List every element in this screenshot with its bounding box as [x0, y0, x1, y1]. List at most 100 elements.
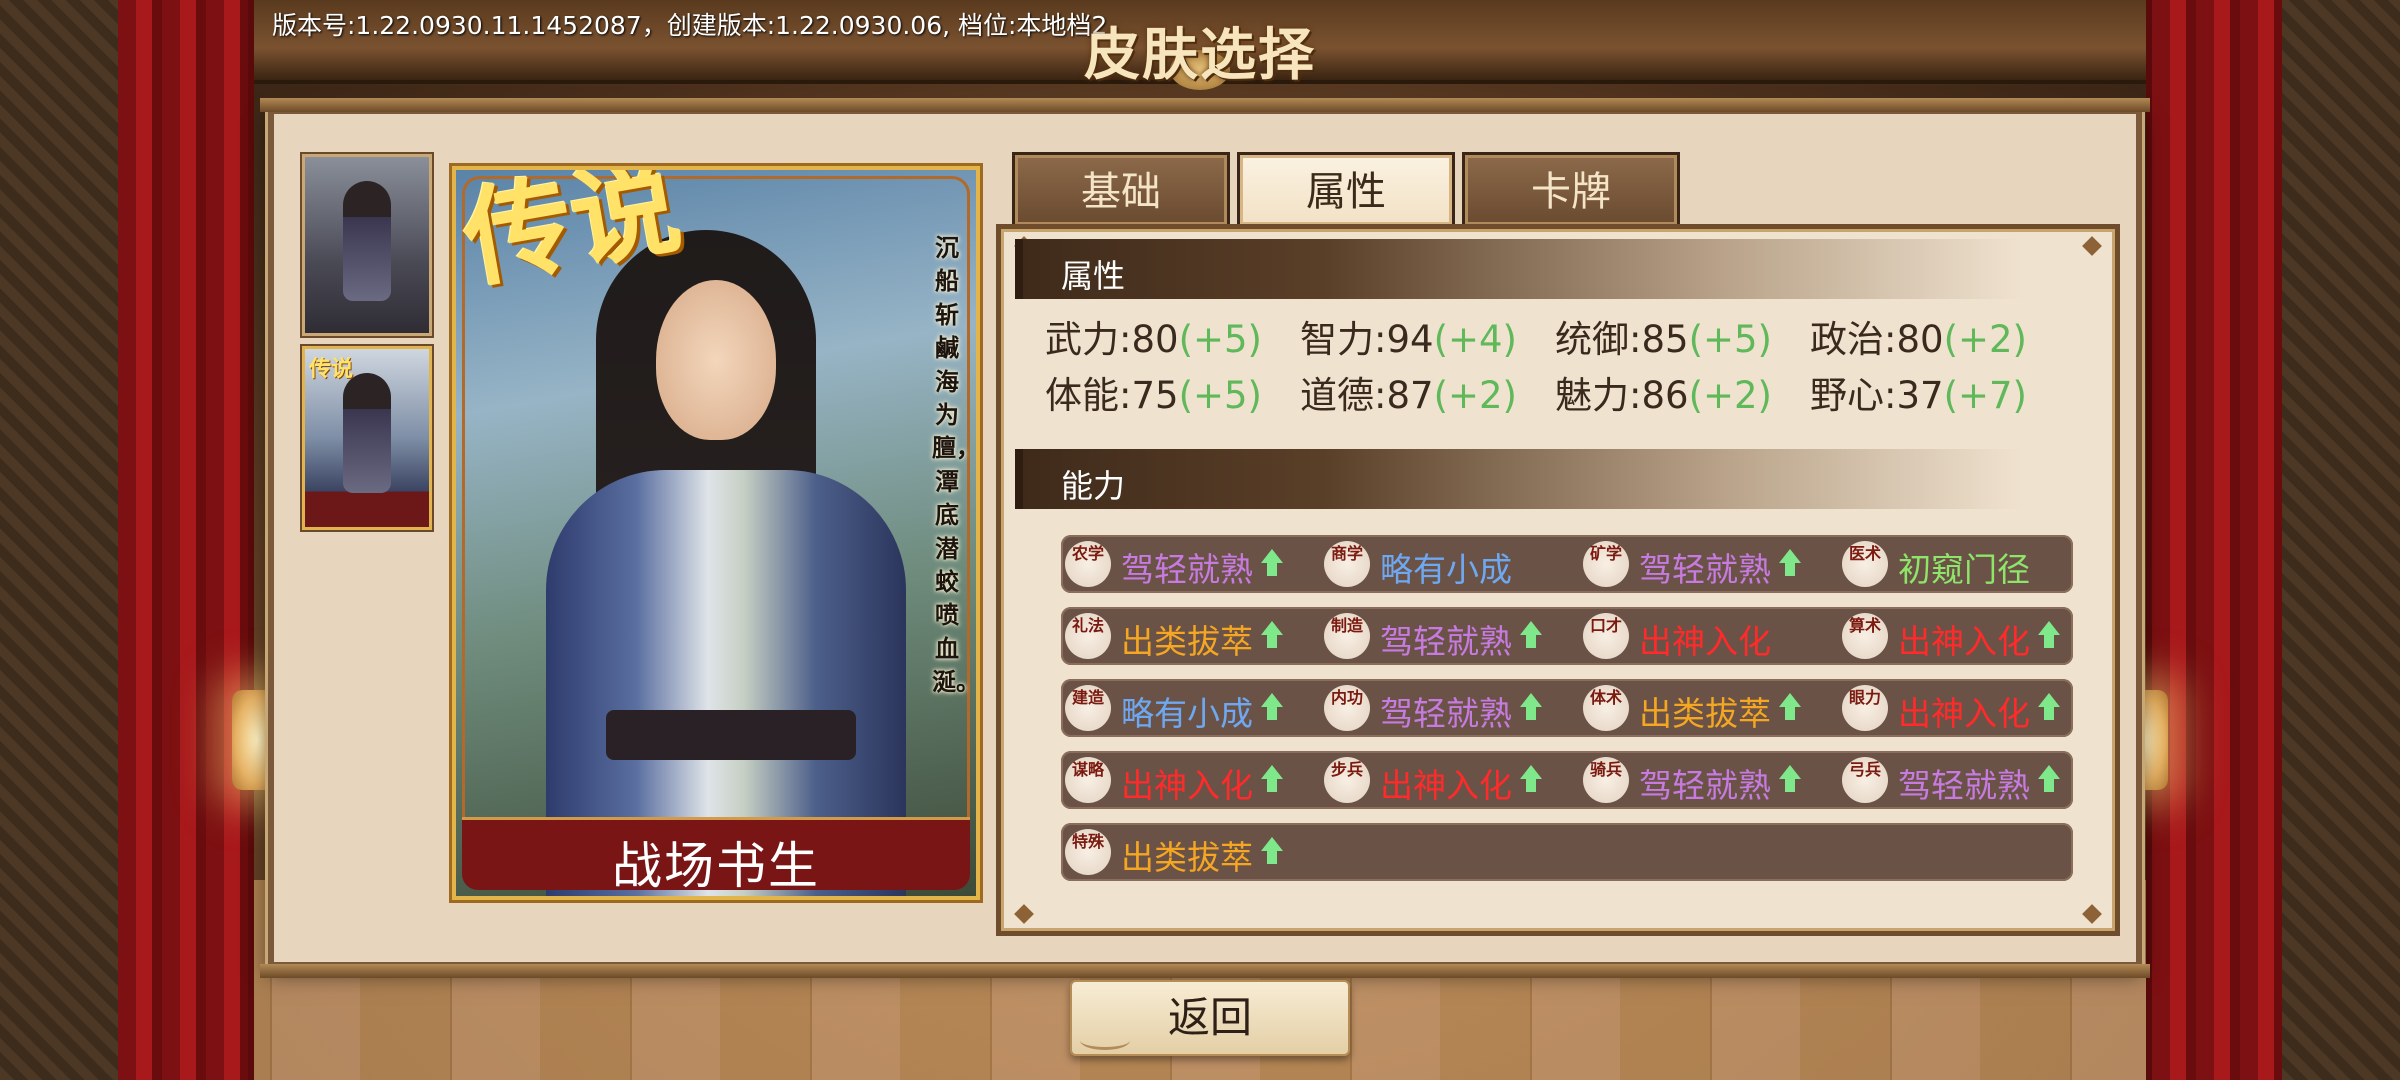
tab-attributes[interactable]: 属性 [1237, 152, 1455, 225]
stat-bonus: (+7) [1943, 374, 2027, 417]
ability-seal-icon: 医术 [1842, 541, 1888, 587]
ability-level: 驾轻就熟 [1121, 550, 1253, 589]
ability-item[interactable]: 农学 驾轻就熟 [1061, 535, 1314, 593]
stat-label: 体能: [1045, 374, 1132, 417]
ability-row: 建造 略有小成 内功 驾轻就熟 体术 出类拔萃 眼力 出神入化 [1061, 679, 2073, 737]
stat-value: 87 [1386, 374, 1434, 417]
ability-item[interactable]: 内功 驾轻就熟 [1320, 679, 1573, 737]
upgrade-arrow-icon [2038, 621, 2060, 649]
skin-card: 传说 沉船斩鹹海为膻，潭底潜蛟喷血涎。 战场书生 [452, 166, 980, 900]
tab-basic[interactable]: 基础 [1012, 152, 1230, 225]
ability-seal-icon: 骑兵 [1583, 757, 1629, 803]
ability-item[interactable]: 特殊 出类拔萃 [1061, 823, 1314, 881]
ability-level: 出类拔萃 [1121, 838, 1253, 877]
attributes-content: 属性 武力:80(+5) 智力:94(+4) 统御:85(+5) 政治:80(+2) 体… [996, 224, 2120, 936]
ability-item[interactable]: 骑兵 驾轻就熟 [1579, 751, 1832, 809]
ability-level: 出神入化 [1639, 622, 1771, 661]
ability-seal-icon: 制造 [1324, 613, 1370, 659]
ability-seal-icon: 商学 [1324, 541, 1370, 587]
corner-ornament [2082, 904, 2102, 924]
stat-bonus: (+2) [1433, 374, 1517, 417]
right-curtain [2146, 0, 2282, 1080]
upgrade-arrow-icon [1520, 693, 1542, 721]
stat-label: 智力: [1300, 318, 1387, 361]
stat-item: 政治:80(+2) [1810, 309, 2027, 363]
ability-level: 略有小成 [1121, 694, 1253, 733]
attributes-section-header: 属性 [1015, 239, 2023, 299]
ability-seal-icon: 农学 [1065, 541, 1111, 587]
ability-item[interactable]: 口才 出神入化 [1579, 607, 1832, 665]
upgrade-arrow-icon [1261, 693, 1283, 721]
ability-seal-icon: 特殊 [1065, 829, 1111, 875]
swirl-ornament [1080, 1031, 1130, 1050]
card-name-bar: 战场书生 [462, 817, 970, 895]
ability-item[interactable]: 医术 初窥门径 [1838, 535, 2091, 593]
ability-seal-icon: 谋略 [1065, 757, 1111, 803]
ability-seal-icon: 口才 [1583, 613, 1629, 659]
legend-badge: 传说 [309, 356, 354, 382]
upgrade-arrow-icon [2038, 693, 2060, 721]
ability-row: 谋略 出神入化 步兵 出神入化 骑兵 驾轻就熟 弓兵 驾轻就熟 [1061, 751, 2073, 809]
stat-bonus: (+2) [1943, 318, 2027, 361]
stat-item: 道德:87(+2) [1300, 365, 1517, 419]
card-poem: 沉船斩鹹海为膻，潭底潜蛟喷血涎。 [932, 234, 980, 697]
ability-item[interactable]: 商学 略有小成 [1320, 535, 1573, 593]
stat-item: 魅力:86(+2) [1555, 365, 1772, 419]
stat-label: 野心: [1810, 374, 1897, 417]
ability-item[interactable]: 制造 驾轻就熟 [1320, 607, 1573, 665]
ability-level: 驾轻就熟 [1380, 622, 1512, 661]
character-portrait [343, 181, 391, 301]
ability-item[interactable]: 建造 略有小成 [1061, 679, 1314, 737]
upgrade-arrow-icon [1779, 765, 1801, 793]
stat-item: 统御:85(+5) [1555, 309, 1772, 363]
ability-item[interactable]: 步兵 出神入化 [1320, 751, 1573, 809]
ability-item[interactable]: 体术 出类拔萃 [1579, 679, 1832, 737]
ability-item[interactable]: 礼法 出类拔萃 [1061, 607, 1314, 665]
panel-top-rail [260, 98, 2150, 112]
tab-cards[interactable]: 卡牌 [1462, 152, 1680, 225]
ability-level: 略有小成 [1380, 550, 1512, 589]
section-title: 属性 [1061, 257, 1126, 295]
ability-seal-icon: 礼法 [1065, 613, 1111, 659]
upgrade-arrow-icon [1261, 621, 1283, 649]
upgrade-arrow-icon [1520, 765, 1542, 793]
skin-thumbnail-default[interactable] [302, 154, 432, 336]
ability-item[interactable]: 矿学 驾轻就熟 [1579, 535, 1832, 593]
ability-row: 礼法 出类拔萃 制造 驾轻就熟 口才 出神入化 算术 出神入化 [1061, 607, 2073, 665]
stat-bonus: (+5) [1178, 374, 1262, 417]
stat-value: 75 [1131, 374, 1179, 417]
left-curtain [118, 0, 254, 1080]
ability-level: 驾轻就熟 [1639, 766, 1771, 805]
skin-thumbnail-legend[interactable]: 传说 [302, 346, 432, 530]
ability-level: 出神入化 [1121, 766, 1253, 805]
upgrade-arrow-icon [1261, 549, 1283, 577]
stat-label: 魅力: [1555, 374, 1642, 417]
ability-level: 驾轻就熟 [1639, 550, 1771, 589]
stat-value: 80 [1131, 318, 1179, 361]
ability-item[interactable]: 弓兵 驾轻就熟 [1838, 751, 2091, 809]
stat-bonus: (+5) [1688, 318, 1772, 361]
ability-item[interactable]: 谋略 出神入化 [1061, 751, 1314, 809]
ability-level: 初窥门径 [1898, 550, 2030, 589]
stat-label: 政治: [1810, 318, 1897, 361]
ability-level: 出神入化 [1380, 766, 1512, 805]
stat-item: 武力:80(+5) [1045, 309, 1262, 363]
ability-level: 出类拔萃 [1639, 694, 1771, 733]
version-info: 版本号:1.22.0930.11.1452087，创建版本:1.22.0930.… [272, 11, 1108, 40]
upgrade-arrow-icon [1261, 765, 1283, 793]
stat-bonus: (+2) [1688, 374, 1772, 417]
ability-item[interactable]: 眼力 出神入化 [1838, 679, 2091, 737]
ability-seal-icon: 体术 [1583, 685, 1629, 731]
ability-row: 特殊 出类拔萃 [1061, 823, 2073, 881]
ability-level: 驾轻就熟 [1898, 766, 2030, 805]
ability-level: 驾轻就熟 [1380, 694, 1512, 733]
ability-item[interactable]: 算术 出神入化 [1838, 607, 2091, 665]
skin-name: 战场书生 [612, 837, 820, 895]
ability-row: 农学 驾轻就熟 商学 略有小成 矿学 驾轻就熟 医术 初窥门径 [1061, 535, 2073, 593]
abilities-section-header: 能力 [1015, 449, 2023, 509]
panel-bottom-rail [260, 964, 2150, 978]
ability-seal-icon: 弓兵 [1842, 757, 1888, 803]
page-title: 皮肤选择 [1084, 22, 1316, 88]
stat-label: 道德: [1300, 374, 1387, 417]
back-button[interactable]: 返回 [1070, 980, 1350, 1056]
